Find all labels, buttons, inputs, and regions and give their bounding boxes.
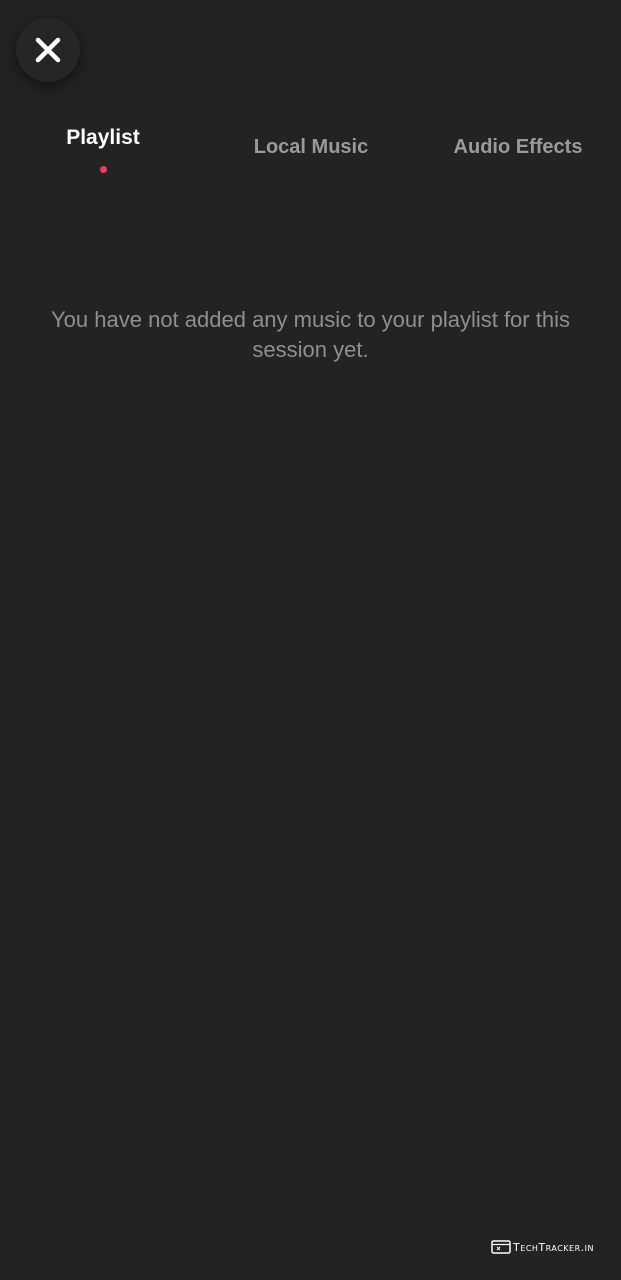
tab-audio-effects[interactable]: Audio Effects (440, 136, 596, 159)
empty-playlist-message: You have not added any music to your pla… (51, 307, 570, 362)
browser-window-icon (491, 1240, 511, 1254)
tab-local-music[interactable]: Local Music (230, 136, 392, 159)
close-icon (35, 37, 61, 63)
close-button[interactable] (16, 18, 80, 82)
watermark-text: TechTracker.in (513, 1240, 594, 1254)
tab-playlist[interactable]: Playlist (30, 126, 176, 150)
active-tab-indicator (100, 166, 107, 173)
tab-bar: Playlist Local Music Audio Effects (0, 120, 621, 190)
watermark: TechTracker.in (491, 1240, 594, 1254)
